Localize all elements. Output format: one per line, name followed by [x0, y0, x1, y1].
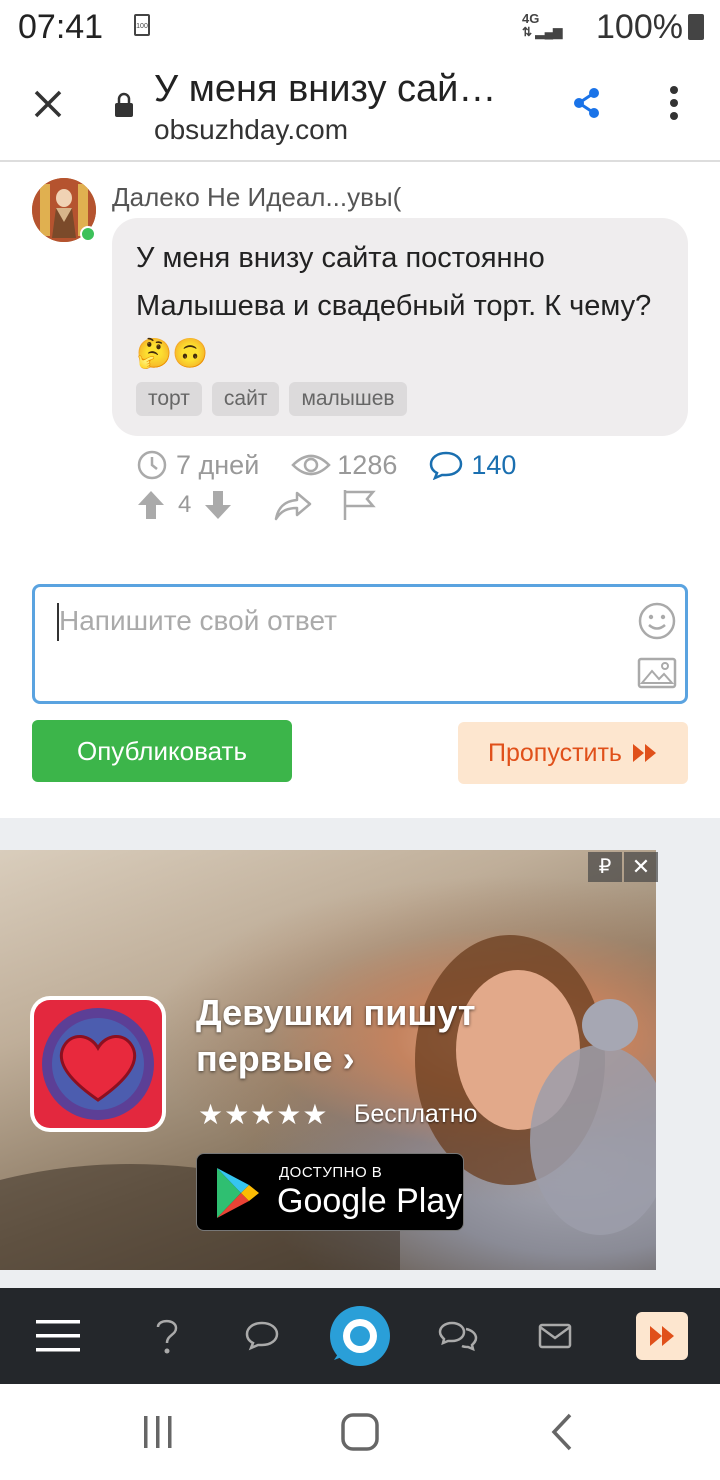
downvote-icon[interactable] [203, 489, 233, 521]
fast-forward-icon [632, 744, 656, 762]
post-actions: 4 [136, 488, 377, 522]
tag[interactable]: торт [136, 382, 202, 416]
ad-close-button[interactable]: ✕ [624, 852, 658, 882]
comment-icon[interactable] [429, 450, 463, 480]
question-icon[interactable] [152, 1316, 182, 1356]
publish-button[interactable]: Опубликовать [32, 720, 292, 782]
chat-icon[interactable] [244, 1320, 280, 1352]
view-count: 1286 [337, 449, 398, 480]
store-name: Google Play [277, 1182, 463, 1220]
battery-percent: 100% [596, 8, 683, 46]
flag-icon[interactable] [341, 488, 377, 522]
home-icon[interactable] [340, 1412, 380, 1452]
image-upload-icon[interactable] [637, 657, 677, 689]
clock-icon [137, 450, 167, 480]
question-text: У меня внизу сайта постоянно Малышева и … [136, 242, 652, 370]
bottom-nav [0, 1288, 720, 1384]
status-time: 07:41 [18, 8, 104, 46]
signal-icon: ⇅ ▂▄▆ [522, 25, 563, 39]
tag-list: торт сайт малышев [136, 382, 407, 416]
google-play-icon [217, 1168, 259, 1218]
menu-icon[interactable] [36, 1318, 80, 1354]
price-label: Бесплатно [354, 1100, 478, 1128]
comment-count[interactable]: 140 [471, 450, 516, 481]
close-icon[interactable] [30, 86, 66, 122]
chats-icon[interactable] [438, 1320, 478, 1352]
answer-placeholder: Напишите свой ответ [59, 605, 337, 636]
eye-icon [291, 454, 332, 476]
rating-stars: ★★★★★ [198, 1099, 329, 1130]
rating-count: 4 [178, 491, 192, 518]
heart-icon [52, 1018, 144, 1110]
ad-title[interactable]: Девушки пишут первые › [196, 990, 536, 1082]
recent-apps-icon[interactable] [140, 1414, 176, 1450]
google-play-badge[interactable]: ДОСТУПНО В Google Play [196, 1153, 464, 1231]
app-icon[interactable] [30, 996, 166, 1132]
browser-toolbar: У меня внизу сай… obsuzhday.com [0, 56, 720, 162]
author-name[interactable]: Далеко Не Идеал...увы( [112, 182, 401, 213]
answer-input[interactable]: Напишите свой ответ [32, 584, 688, 704]
upvote-icon[interactable] [136, 489, 166, 521]
online-indicator [80, 226, 96, 242]
share-icon[interactable] [572, 86, 602, 120]
skip-icon[interactable] [636, 1312, 688, 1360]
mail-icon[interactable] [538, 1323, 572, 1349]
home-logo-icon[interactable] [328, 1304, 392, 1368]
network-indicator: 4G ⇅ ▂▄▆ [522, 12, 562, 39]
post-age: 7 дней [176, 449, 260, 480]
tag[interactable]: малышев [289, 382, 407, 416]
page-title: У меня внизу сай… [154, 68, 497, 110]
page-url[interactable]: obsuzhday.com [154, 114, 348, 146]
app-icon-circle [42, 1008, 154, 1120]
share-answer-icon[interactable] [273, 489, 313, 521]
lock-icon [115, 92, 133, 117]
ad-info-badge[interactable]: ₽ [588, 852, 622, 882]
post-meta: 7 дней 1286 140 [136, 448, 516, 482]
store-caption: ДОСТУПНО В [279, 1164, 383, 1181]
app-icon-background [34, 1000, 162, 1128]
network-type: 4G [522, 11, 540, 26]
more-vert-icon[interactable] [664, 86, 684, 122]
battery-saver-icon: 100 [134, 14, 150, 36]
skip-button[interactable]: Пропустить [458, 722, 688, 784]
status-bar: 07:41 100 4G ⇅ ▂▄▆ 100% [0, 0, 720, 56]
system-nav [0, 1384, 720, 1480]
battery-icon [688, 14, 704, 40]
back-icon[interactable] [550, 1412, 574, 1452]
tag[interactable]: сайт [211, 382, 280, 416]
emoji-icon[interactable] [637, 601, 677, 641]
skip-label: Пропустить [488, 738, 622, 767]
